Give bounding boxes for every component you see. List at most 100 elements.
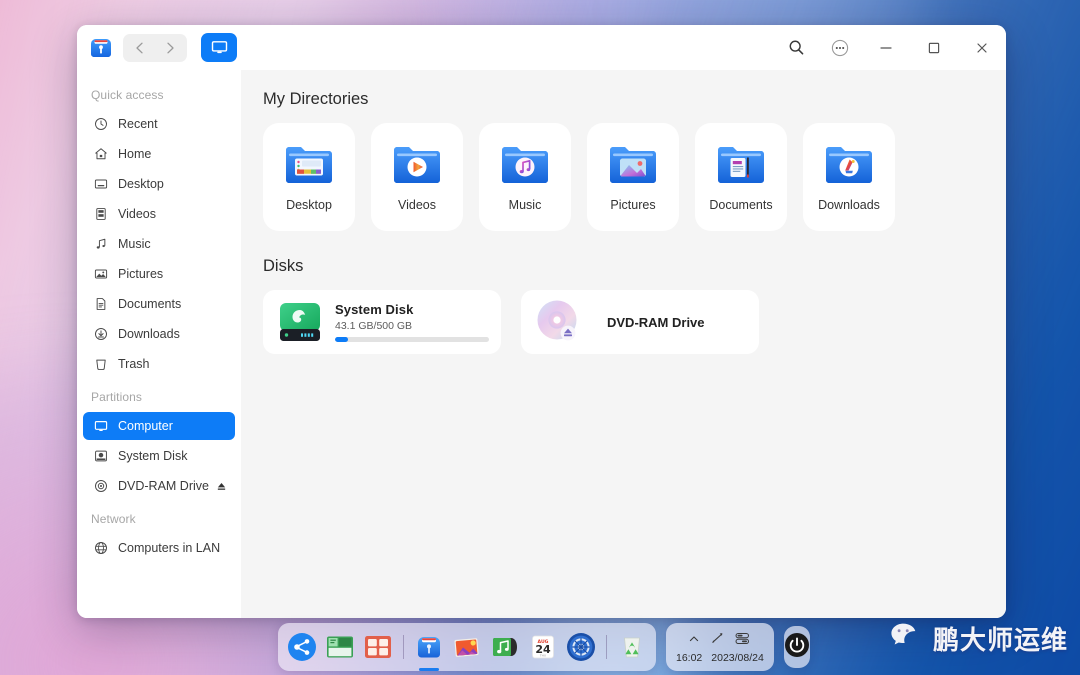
document-icon [91, 297, 110, 311]
sidebar-item-trash[interactable]: Trash [83, 350, 235, 378]
home-icon [91, 147, 110, 161]
directory-card-desktop[interactable]: Desktop [263, 123, 355, 231]
sidebar-item-home[interactable]: Home [83, 140, 235, 168]
taskbar-separator [606, 635, 607, 659]
music-note-icon [91, 237, 110, 251]
sidebar-item-computer[interactable]: Computer [83, 412, 235, 440]
window-body: Quick access Recent Home Desktop Videos … [77, 70, 1006, 618]
titlebar-left-group [87, 33, 237, 62]
search-icon[interactable] [774, 25, 818, 70]
tray-clock[interactable]: 16:02 2023/08/24 [676, 652, 764, 664]
content-area: My Directories Desktop Videos Music Pict… [241, 70, 1006, 618]
taskbar-item-recycle-bin[interactable] [617, 632, 647, 662]
disk-usage-bar [335, 337, 489, 342]
back-icon[interactable] [125, 34, 155, 62]
forward-icon[interactable] [155, 34, 185, 62]
close-icon[interactable] [958, 25, 1006, 70]
system-tray[interactable]: 16:02 2023/08/24 [666, 623, 774, 671]
globe-icon [91, 541, 110, 555]
my-directories-title: My Directories [263, 90, 369, 108]
sidebar-item-label: Music [118, 237, 151, 251]
sidebar-item-computers-in-lan[interactable]: Computers in LAN [83, 534, 235, 562]
directory-label: Desktop [286, 198, 332, 212]
taskbar-item-network-share[interactable] [287, 632, 317, 662]
taskbar: AUG 24 THU 16:02 2023/08/24 [278, 623, 810, 671]
directory-card-documents[interactable]: Documents [695, 123, 787, 231]
chevron-up-icon[interactable] [688, 632, 700, 650]
sidebar-item-label: Home [118, 147, 152, 161]
directories-grid: Desktop Videos Music Pictures Documents … [263, 123, 984, 231]
sidebar-item-label: Pictures [118, 267, 164, 281]
trash-icon [91, 357, 110, 371]
taskbar-separator [403, 635, 404, 659]
directory-card-music[interactable]: Music [479, 123, 571, 231]
disk-card-dvd-ram-drive[interactable]: DVD-RAM Drive [521, 290, 759, 354]
navigation-pill [123, 33, 187, 62]
minimize-icon[interactable] [862, 25, 910, 70]
sidebar-item-recent[interactable]: Recent [83, 110, 235, 138]
sidebar-group-label: Partitions [91, 390, 143, 404]
folder-documents-icon [715, 140, 767, 186]
battery-icon[interactable] [735, 632, 751, 650]
watermark-text: 鹏大师运维 [932, 626, 1068, 656]
taskbar-item-file-manager[interactable] [414, 632, 444, 671]
more-options-icon[interactable] [818, 25, 862, 70]
sidebar-group-label: Quick access [91, 88, 164, 102]
tray-icons [688, 631, 751, 651]
sidebar-item-pictures[interactable]: Pictures [83, 260, 235, 288]
disks-title: Disks [263, 257, 304, 275]
disk-card-system-disk[interactable]: System Disk 43.1 GB/500 GB [263, 290, 501, 354]
app-grid-icon [363, 632, 393, 662]
sidebar-item-videos[interactable]: Videos [83, 200, 235, 228]
sidebar-item-system-disk[interactable]: System Disk [83, 442, 235, 470]
power-icon [784, 632, 810, 663]
folder-videos-icon [391, 140, 443, 186]
sidebar: Quick access Recent Home Desktop Videos … [77, 70, 241, 618]
taskbar-item-terminal[interactable] [325, 632, 355, 662]
music-player-icon [490, 632, 520, 662]
film-icon [91, 207, 110, 221]
terminal-icon [325, 632, 355, 662]
disc-icon [91, 479, 110, 493]
clock-date: 2023/08/24 [711, 651, 764, 664]
maximize-icon[interactable] [910, 25, 958, 70]
computer-view-icon[interactable] [201, 33, 237, 62]
sidebar-item-label: Documents [118, 297, 182, 311]
monitor-icon [91, 419, 110, 433]
sidebar-item-label: Recent [118, 117, 158, 131]
sidebar-group-label: Network [91, 512, 136, 526]
directory-card-pictures[interactable]: Pictures [587, 123, 679, 231]
harddisk-icon [91, 449, 110, 463]
wechat-icon [890, 621, 926, 656]
taskbar-item-settings[interactable] [566, 632, 596, 662]
directory-label: Videos [398, 198, 436, 212]
sidebar-item-desktop[interactable]: Desktop [83, 170, 235, 198]
taskbar-item-image-viewer[interactable] [452, 632, 482, 662]
taskbar-item-music-player[interactable] [490, 632, 520, 662]
sidebar-item-label: Videos [118, 207, 156, 221]
disks-row: System Disk 43.1 GB/500 GB DVD-RAM Drive [263, 290, 984, 354]
sidebar-item-dvd-ram-drive[interactable]: DVD-RAM Drive [83, 472, 235, 500]
network-icon[interactable] [711, 632, 724, 650]
sidebar-item-downloads[interactable]: Downloads [83, 320, 235, 348]
sidebar-item-documents[interactable]: Documents [83, 290, 235, 318]
power-button[interactable] [783, 626, 810, 668]
directory-card-videos[interactable]: Videos [371, 123, 463, 231]
harddisk-icon [277, 301, 323, 343]
sidebar-item-music[interactable]: Music [83, 230, 235, 258]
eject-icon[interactable] [216, 481, 227, 492]
disk-capacity: 43.1 GB/500 GB [335, 320, 413, 332]
taskbar-item-calendar[interactable]: AUG 24 THU [528, 632, 558, 662]
directory-label: Documents [709, 198, 773, 212]
folder-downloads-icon [823, 140, 875, 186]
file-manager-icon [87, 34, 115, 62]
directory-card-downloads[interactable]: Downloads [803, 123, 895, 231]
folder-desktop-icon [283, 140, 335, 186]
file-manager-icon [414, 632, 444, 662]
folder-music-icon [499, 140, 551, 186]
desktop-icon [91, 177, 110, 191]
taskbar-item-app-grid[interactable] [363, 632, 393, 662]
directory-label: Downloads [818, 198, 880, 212]
clock-icon [91, 117, 110, 131]
sidebar-item-label: System Disk [118, 449, 188, 463]
